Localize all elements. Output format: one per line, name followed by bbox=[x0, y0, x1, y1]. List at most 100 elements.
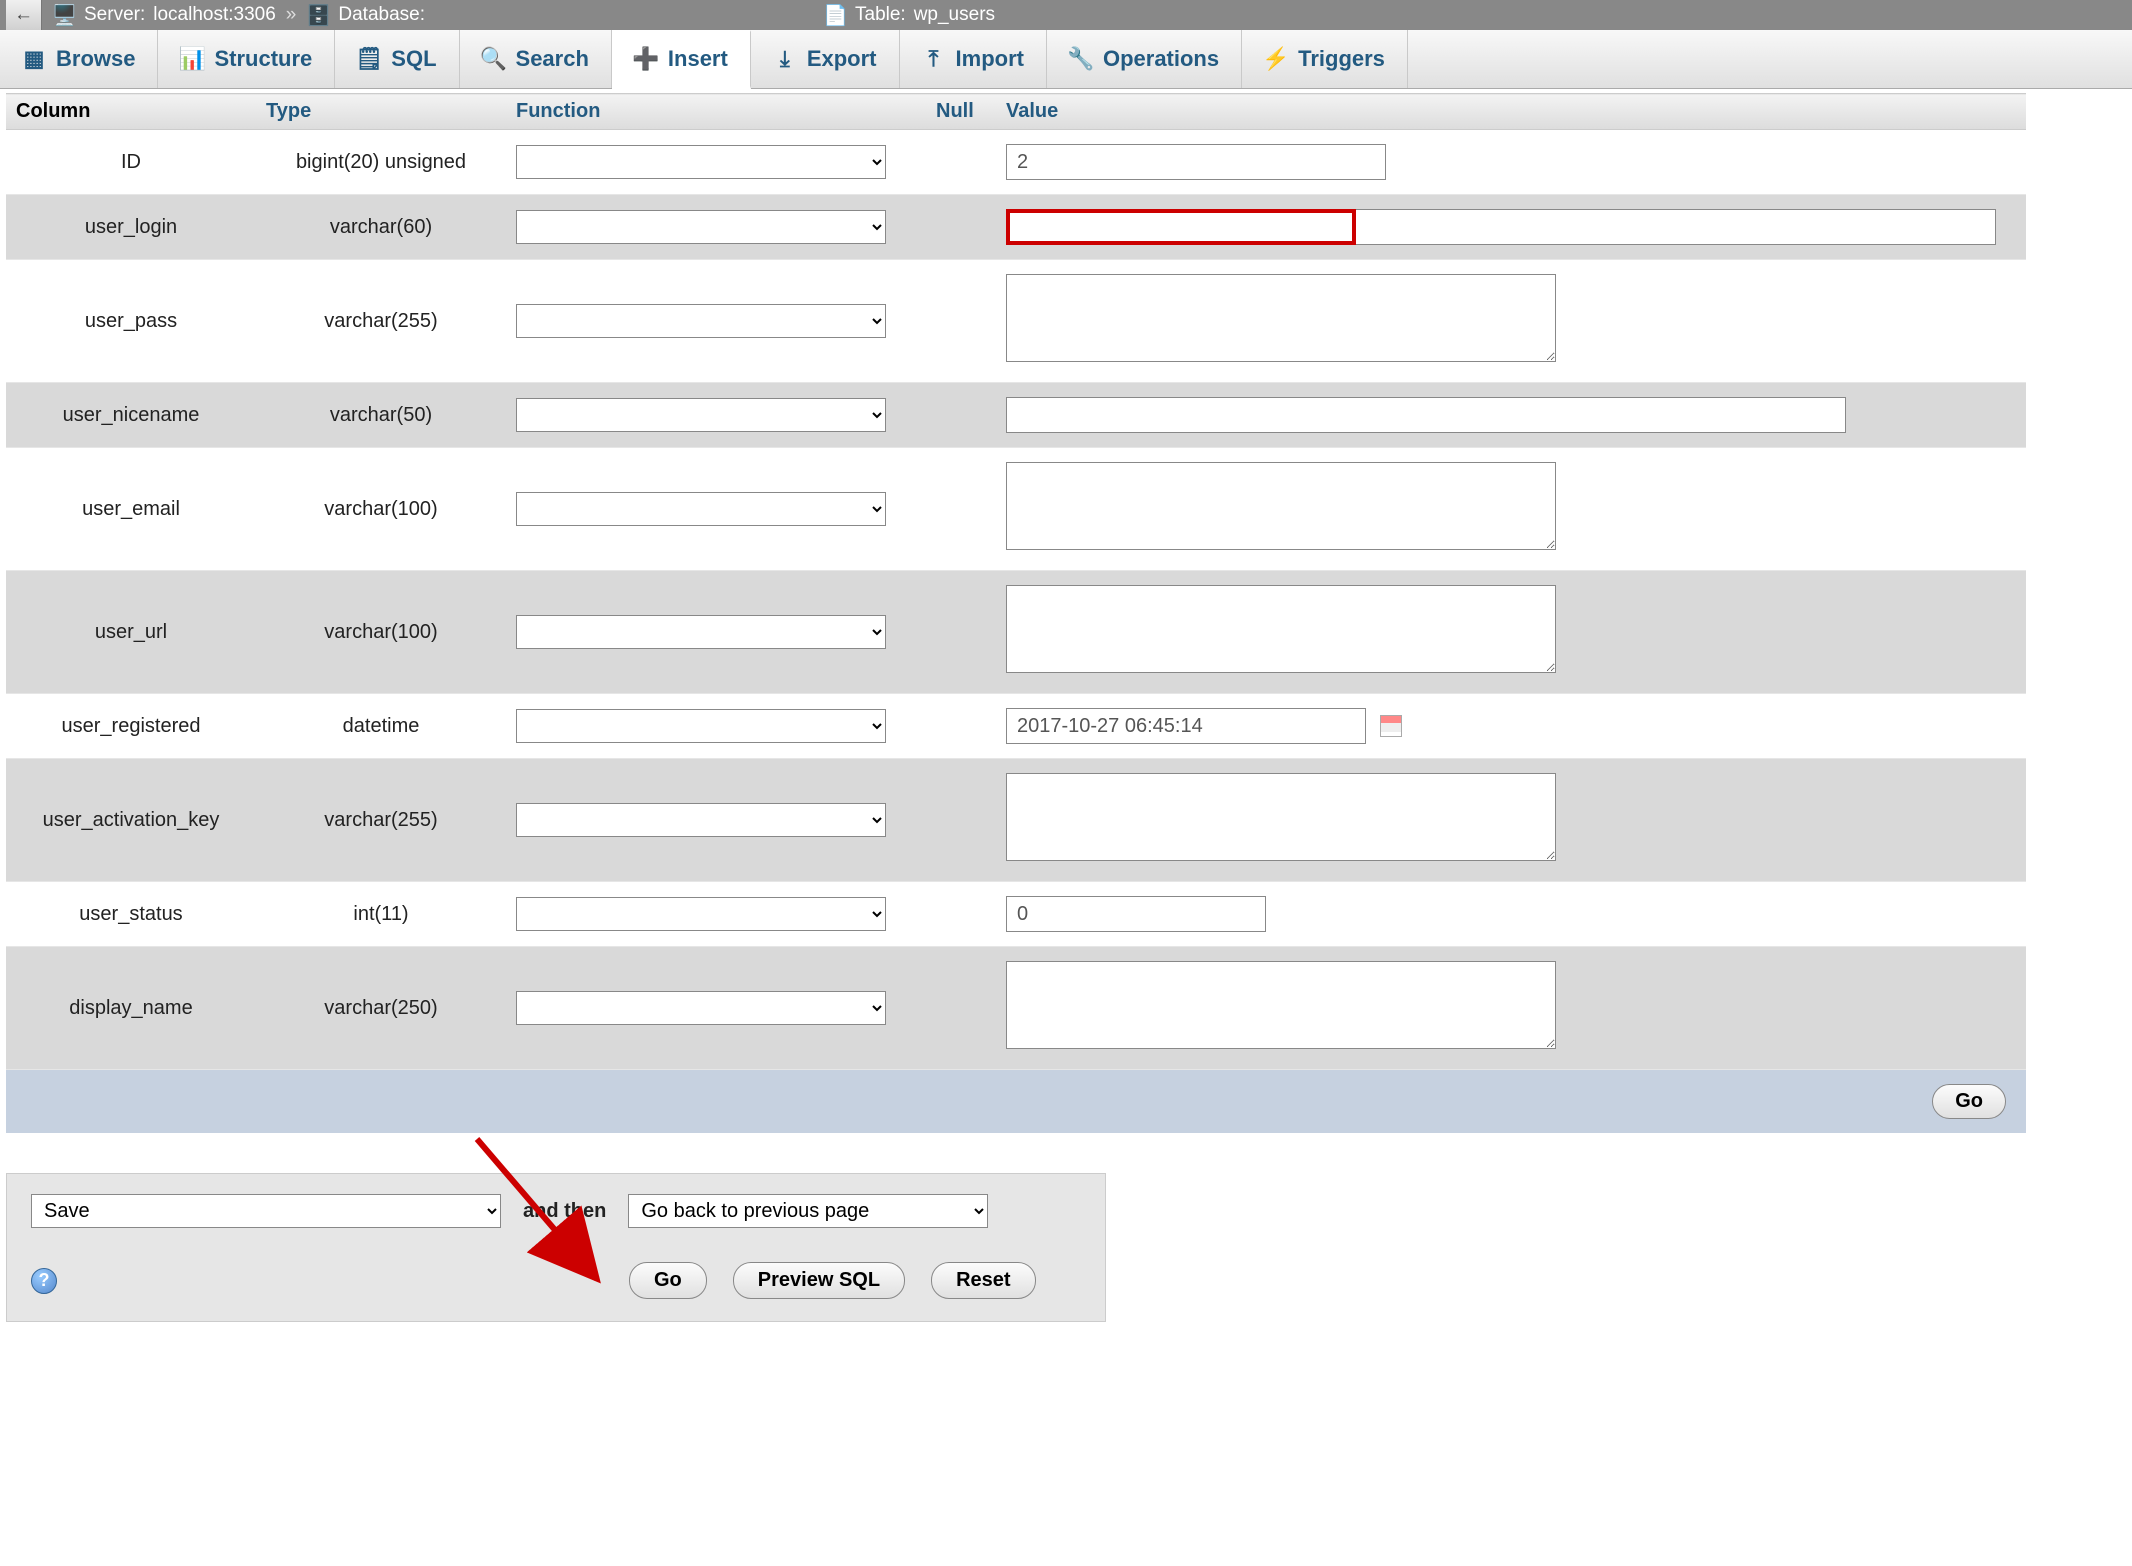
column-name: user_nicename bbox=[6, 383, 256, 448]
tab-browse[interactable]: ▦Browse bbox=[0, 30, 158, 88]
insert-icon: ➕ bbox=[634, 47, 658, 71]
tab-import[interactable]: ⤒ Import bbox=[900, 30, 1047, 88]
table-icon: 📄 bbox=[823, 3, 847, 27]
tab-operations[interactable]: 🔧Operations bbox=[1047, 30, 1242, 88]
function-select[interactable] bbox=[516, 991, 886, 1025]
tab-label: SQL bbox=[391, 46, 436, 72]
after-select[interactable]: Go back to previous page bbox=[628, 1194, 988, 1228]
function-select[interactable] bbox=[516, 803, 886, 837]
table-row: user_emailvarchar(100) bbox=[6, 448, 2026, 571]
reset-button[interactable]: Reset bbox=[931, 1262, 1035, 1299]
value-input[interactable] bbox=[1006, 209, 1356, 245]
column-type: varchar(60) bbox=[256, 195, 506, 260]
export-icon: ⤓ bbox=[773, 47, 797, 71]
search-icon: 🔍 bbox=[482, 47, 506, 71]
table-row: user_urlvarchar(100) bbox=[6, 571, 2026, 694]
function-select[interactable] bbox=[516, 210, 886, 244]
null-cell bbox=[926, 195, 996, 260]
function-select[interactable] bbox=[516, 492, 886, 526]
database-label: Database: bbox=[338, 4, 425, 26]
tab-export[interactable]: ⤓ Export bbox=[751, 30, 900, 88]
function-cell bbox=[506, 260, 926, 383]
column-type: varchar(255) bbox=[256, 759, 506, 882]
null-cell bbox=[926, 130, 996, 195]
preview-sql-button[interactable]: Preview SQL bbox=[733, 1262, 905, 1299]
footer-panel: Save and then Go back to previous page ?… bbox=[6, 1173, 1106, 1322]
function-select[interactable] bbox=[516, 304, 886, 338]
tab-triggers[interactable]: ⚡ Triggers bbox=[1242, 30, 1408, 88]
value-input[interactable] bbox=[1006, 708, 1366, 744]
footer-go-button[interactable]: Go bbox=[629, 1262, 707, 1299]
tab-label: Export bbox=[807, 46, 877, 72]
tab-label: Operations bbox=[1103, 46, 1219, 72]
value-cell bbox=[996, 260, 2026, 383]
th-column: Column bbox=[6, 94, 256, 130]
table-row: user_passvarchar(255) bbox=[6, 260, 2026, 383]
th-type: Type bbox=[256, 94, 506, 130]
tab-insert[interactable]: ➕Insert bbox=[612, 30, 751, 89]
function-select[interactable] bbox=[516, 615, 886, 649]
tab-structure[interactable]: 📊Structure bbox=[158, 30, 335, 88]
triggers-icon: ⚡ bbox=[1264, 47, 1288, 71]
go-button[interactable]: Go bbox=[1932, 1084, 2006, 1119]
value-cell bbox=[996, 130, 2026, 195]
breadcrumb: ← 🖥️ Server: localhost:3306 » 🗄️ Databas… bbox=[0, 0, 2132, 30]
back-button[interactable]: ← bbox=[6, 0, 42, 30]
value-input[interactable] bbox=[1006, 896, 1266, 932]
value-input[interactable] bbox=[1006, 144, 1386, 180]
table-row: user_activation_keyvarchar(255) bbox=[6, 759, 2026, 882]
value-textarea[interactable] bbox=[1006, 462, 1556, 550]
server-icon: 🖥️ bbox=[52, 3, 76, 27]
insert-table: Column Type Function Null Value IDbigint… bbox=[6, 93, 2026, 1070]
null-cell bbox=[926, 260, 996, 383]
value-cell bbox=[996, 571, 2026, 694]
tab-label: Import bbox=[956, 46, 1024, 72]
value-textarea[interactable] bbox=[1006, 585, 1556, 673]
function-cell bbox=[506, 947, 926, 1070]
table-row: user_statusint(11) bbox=[6, 882, 2026, 947]
function-select[interactable] bbox=[516, 709, 886, 743]
help-icon[interactable]: ? bbox=[31, 1268, 57, 1294]
browse-icon: ▦ bbox=[22, 47, 46, 71]
import-icon: ⤒ bbox=[922, 47, 946, 71]
column-type: varchar(50) bbox=[256, 383, 506, 448]
column-type: bigint(20) unsigned bbox=[256, 130, 506, 195]
go-bar: Go bbox=[6, 1070, 2026, 1133]
function-cell bbox=[506, 694, 926, 759]
column-name: user_login bbox=[6, 195, 256, 260]
value-textarea[interactable] bbox=[1006, 773, 1556, 861]
save-select[interactable]: Save bbox=[31, 1194, 501, 1228]
null-cell bbox=[926, 383, 996, 448]
function-select[interactable] bbox=[516, 897, 886, 931]
value-cell bbox=[996, 947, 2026, 1070]
server-crumb[interactable]: 🖥️ Server: localhost:3306 bbox=[52, 3, 276, 27]
tab-sql[interactable]: 🗒SQL bbox=[335, 30, 459, 88]
function-cell bbox=[506, 571, 926, 694]
function-select[interactable] bbox=[516, 398, 886, 432]
value-cell bbox=[996, 882, 2026, 947]
column-type: varchar(255) bbox=[256, 260, 506, 383]
column-name: user_url bbox=[6, 571, 256, 694]
function-cell bbox=[506, 759, 926, 882]
value-textarea[interactable] bbox=[1006, 274, 1556, 362]
value-input[interactable] bbox=[1006, 397, 1846, 433]
column-type: datetime bbox=[256, 694, 506, 759]
server-value: localhost:3306 bbox=[153, 4, 276, 26]
calendar-icon[interactable] bbox=[1380, 715, 1402, 737]
table-row: user_registereddatetime bbox=[6, 694, 2026, 759]
table-label: Table: bbox=[855, 4, 906, 26]
th-value: Value bbox=[996, 94, 2026, 130]
function-select[interactable] bbox=[516, 145, 886, 179]
null-cell bbox=[926, 947, 996, 1070]
database-crumb[interactable]: 🗄️ Database: bbox=[306, 3, 433, 27]
table-crumb[interactable]: 📄 Table: wp_users bbox=[823, 3, 995, 27]
tab-search[interactable]: 🔍Search bbox=[460, 30, 612, 88]
column-name: user_status bbox=[6, 882, 256, 947]
tab-label: Structure bbox=[214, 46, 312, 72]
table-row: user_loginvarchar(60) bbox=[6, 195, 2026, 260]
table-row: user_nicenamevarchar(50) bbox=[6, 383, 2026, 448]
value-textarea[interactable] bbox=[1006, 961, 1556, 1049]
null-cell bbox=[926, 448, 996, 571]
crumb-sep: » bbox=[286, 4, 297, 26]
tab-label: Triggers bbox=[1298, 46, 1385, 72]
